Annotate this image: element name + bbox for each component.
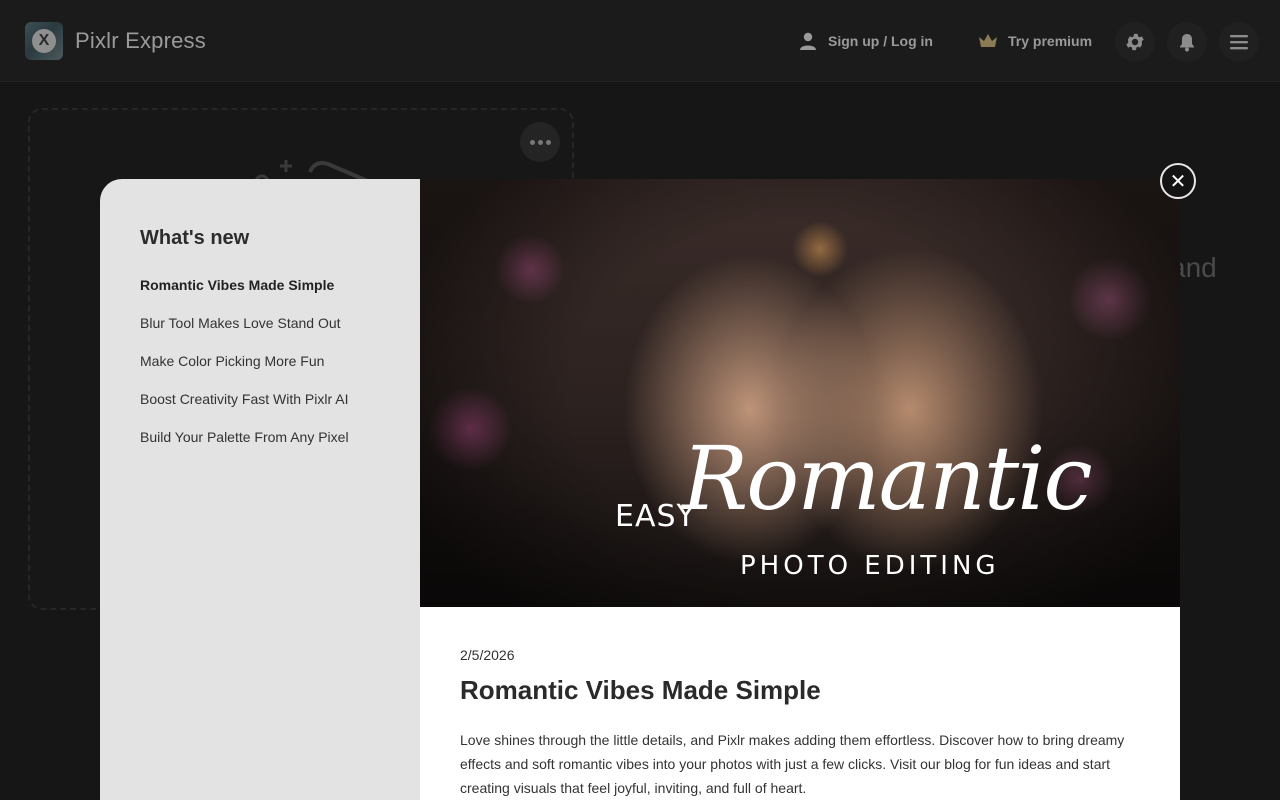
article-body: Love shines through the little details, … [460,732,1125,796]
hero-text-romantic: Romantic [682,427,1093,530]
settings-button[interactable] [1115,22,1155,62]
top-bar: X Pixlr Express Sign up / Log in Try pre… [0,0,1280,82]
news-item-pixlr-ai[interactable]: Boost Creativity Fast With Pixlr AI [140,390,380,428]
crown-icon [979,34,997,47]
logo-tile: X [25,22,63,60]
try-premium-button[interactable]: Try premium [978,28,1092,54]
gear-icon [1126,33,1144,51]
whats-new-title: What's new [140,227,250,249]
article-content: 2/5/2026 Romantic Vibes Made Simple Love… [420,607,1180,800]
signup-login-button[interactable]: Sign up / Log in [798,28,933,54]
whats-new-modal: What's new Romantic Vibes Made Simple Bl… [100,179,1180,800]
hero-vignette [420,179,1180,607]
close-modal-button[interactable]: ✕ [1160,163,1196,199]
hamburger-icon [1230,35,1248,50]
news-item-blur-tool[interactable]: Blur Tool Makes Love Stand Out [140,314,380,352]
main-menu-button[interactable] [1219,22,1259,62]
notifications-button[interactable] [1167,22,1207,62]
more-options-button[interactable] [520,122,560,162]
news-item-palette[interactable]: Build Your Palette From Any Pixel [140,428,380,466]
hero-text-photo-editing: PHOTO EDITING [740,551,1000,581]
logo-x-icon: X [32,29,56,53]
close-icon: ✕ [1169,170,1187,193]
background-heading-fragment: and [1170,252,1217,283]
article-date: 2/5/2026 [460,647,515,663]
dot-icon [529,139,535,145]
signup-login-label: Sign up / Log in [828,33,933,49]
app-logo[interactable]: X Pixlr Express [25,22,206,60]
whats-new-sidebar: What's new Romantic Vibes Made Simple Bl… [100,179,420,800]
try-premium-label: Try premium [1008,33,1093,49]
article-panel: EASY Romantic PHOTO EDITING 2/5/2026 Rom… [420,179,1180,800]
user-icon [800,32,816,50]
bell-icon [1180,34,1194,52]
hero-image: EASY Romantic PHOTO EDITING [420,179,1180,607]
news-item-color-picking[interactable]: Make Color Picking More Fun [140,352,380,390]
news-item-romantic-vibes[interactable]: Romantic Vibes Made Simple [140,276,380,314]
dot-icon [537,139,543,145]
app-title: Pixlr Express [75,28,206,53]
article-title: Romantic Vibes Made Simple [460,675,821,705]
dot-icon [545,139,551,145]
